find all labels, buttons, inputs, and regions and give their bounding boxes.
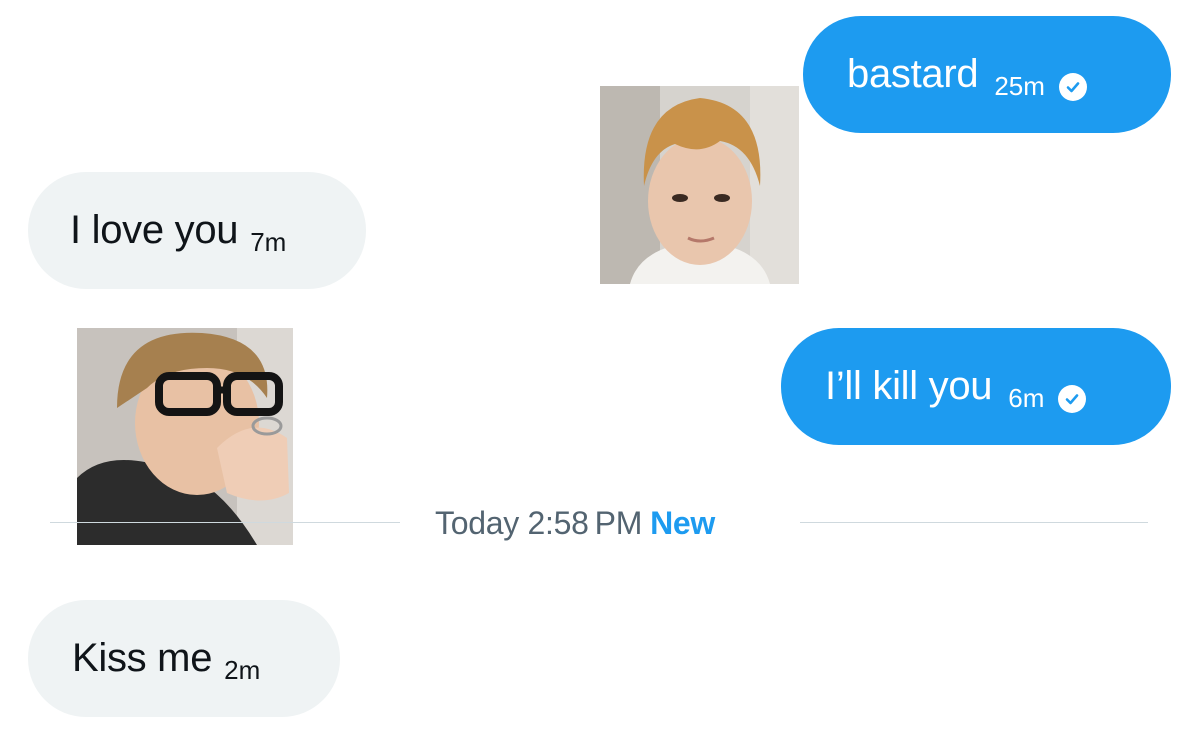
divider-line-right: [800, 522, 1148, 523]
message-text: Kiss me: [72, 636, 213, 680]
divider-line-left: [50, 522, 400, 523]
message-bubble-incoming[interactable]: I love you 7m: [28, 172, 366, 289]
new-messages-divider: Today 2:58 PM New: [435, 503, 715, 543]
glasses-photo-image: [77, 328, 293, 545]
message-text: I’ll kill you: [825, 364, 993, 408]
check-circle-icon: [1058, 384, 1087, 413]
message-timestamp: 25m: [994, 71, 1045, 101]
message-bubble-incoming[interactable]: Kiss me 2m: [28, 600, 340, 717]
message-timestamp: 7m: [250, 227, 287, 257]
new-label: New: [650, 505, 715, 541]
message-photo[interactable]: [600, 86, 799, 284]
message-text: bastard: [847, 52, 979, 96]
divider-date: Today 2:58 PM: [435, 505, 643, 541]
message-photo[interactable]: [77, 328, 293, 545]
message-timestamp: 6m: [1008, 383, 1045, 413]
message-bubble-outgoing[interactable]: I’ll kill you 6m: [781, 328, 1171, 445]
selfie-photo-image: [600, 86, 799, 284]
message-text: I love you: [70, 208, 239, 252]
message-bubble-outgoing[interactable]: bastard 25m: [803, 16, 1171, 133]
message-timestamp: 2m: [224, 655, 261, 685]
check-circle-icon: [1058, 72, 1087, 101]
